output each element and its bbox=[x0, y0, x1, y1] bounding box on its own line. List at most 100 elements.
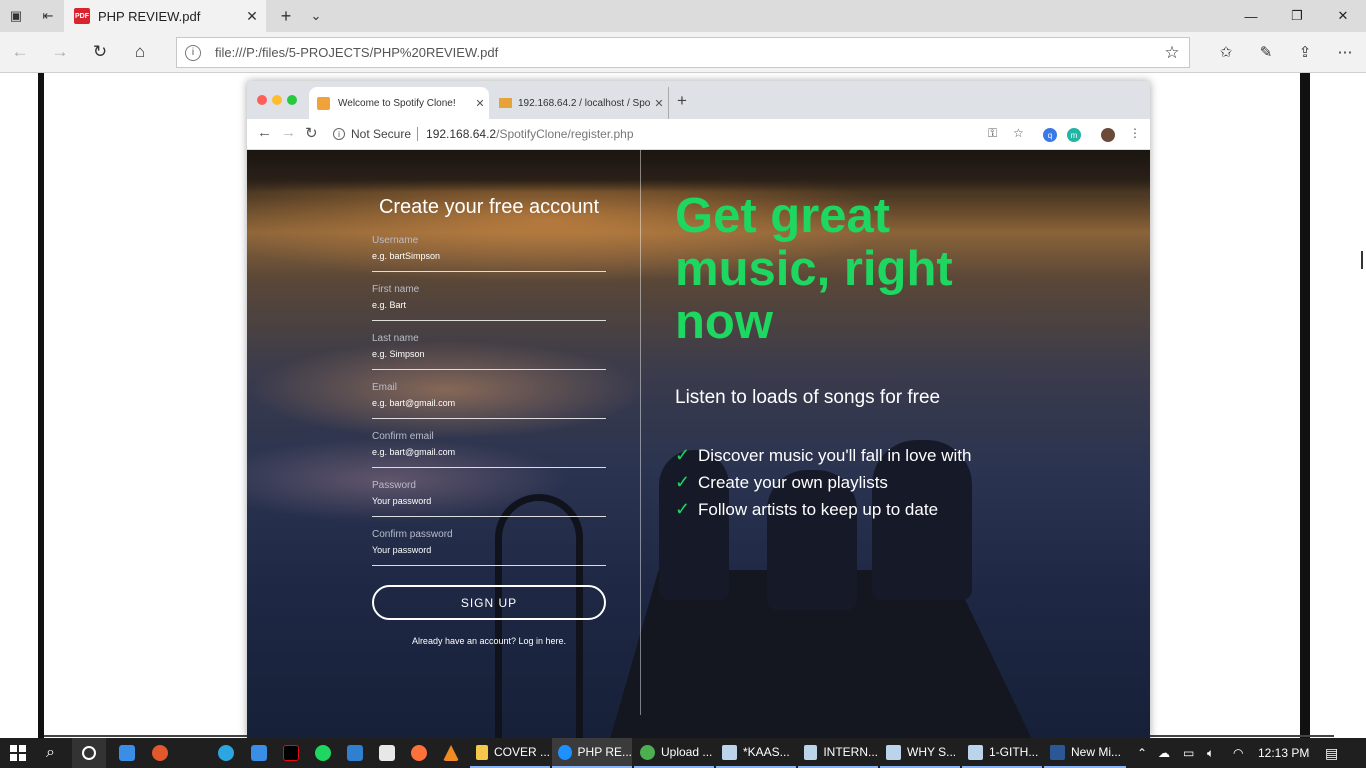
taskbar-app-intern[interactable]: INTERN... bbox=[798, 738, 878, 768]
taskbar: ⌕ COVER ... PHP RE... Upload ... *KAAS..… bbox=[0, 738, 1366, 768]
pdf-page-border bbox=[1300, 73, 1310, 738]
battery-icon[interactable]: ▭ bbox=[1183, 738, 1194, 768]
netflix-icon[interactable] bbox=[283, 738, 299, 768]
taskbar-app-label: 1-GITH... bbox=[989, 745, 1039, 759]
chrome-menu-icon: ⋮ bbox=[1129, 126, 1141, 140]
spotify-icon[interactable] bbox=[315, 738, 331, 768]
info-icon[interactable]: i bbox=[185, 44, 201, 61]
notepad-icon bbox=[722, 744, 737, 760]
close-tab-icon[interactable]: ✕ bbox=[238, 8, 266, 25]
home-icon[interactable]: ⌂ bbox=[125, 37, 155, 67]
taskbar-app-label: New Mi... bbox=[1071, 745, 1122, 759]
field-label: Email bbox=[372, 382, 398, 393]
promo-section: Get great music, right now Listen to loa… bbox=[675, 190, 1095, 523]
favorites-hub-icon[interactable]: ✩ bbox=[1211, 37, 1241, 67]
feature-text: Create your own playlists bbox=[698, 472, 888, 492]
show-hidden-icons-chevron[interactable]: ⌃ bbox=[1137, 738, 1147, 768]
taskbar-app-cover[interactable]: COVER ... bbox=[470, 738, 550, 768]
field-placeholder: Your password bbox=[372, 545, 432, 555]
minimize-icon[interactable]: — bbox=[1228, 0, 1274, 32]
email-field: Email e.g. bart@gmail.com bbox=[372, 382, 606, 419]
postman-icon[interactable] bbox=[152, 738, 168, 768]
field-placeholder: e.g. bartSimpson bbox=[372, 251, 441, 261]
taskbar-app-label: INTERN... bbox=[823, 745, 878, 759]
chrome-forward-icon: → bbox=[281, 124, 296, 141]
scrollbar[interactable] bbox=[1361, 251, 1363, 269]
set-tabs-aside-icon[interactable]: ⇤ bbox=[32, 0, 64, 32]
field-placeholder: e.g. Simpson bbox=[372, 349, 425, 359]
not-secure-info-icon: i bbox=[333, 128, 345, 140]
spotify-clone-favicon-icon bbox=[317, 96, 330, 110]
taskbar-app-word[interactable]: New Mi... bbox=[1044, 738, 1126, 768]
action-center-icon[interactable]: ▤ bbox=[1325, 738, 1338, 768]
taskbar-app-upload[interactable]: Upload ... bbox=[634, 738, 714, 768]
chrome-tab-phpmyadmin: 192.168.64.2 / localhost / Spot ✕ bbox=[491, 87, 669, 119]
chrome-tab-bar: Welcome to Spotify Clone! ✕ 192.168.64.2… bbox=[247, 81, 1150, 119]
volume-icon[interactable]: 🔈︎ bbox=[1207, 738, 1214, 768]
firefox-icon[interactable] bbox=[411, 738, 427, 768]
tab-actions-icon[interactable]: ▣ bbox=[0, 0, 32, 32]
phpmyadmin-favicon-icon bbox=[499, 98, 512, 108]
vlc-icon[interactable] bbox=[443, 738, 459, 768]
chrome-back-icon: ← bbox=[257, 124, 272, 141]
taskbar-app-php-review[interactable]: PHP RE... bbox=[552, 738, 632, 768]
web-note-pen-icon[interactable]: ✎ bbox=[1251, 37, 1281, 67]
vscode-icon[interactable] bbox=[347, 738, 363, 768]
taskbar-app-label: PHP RE... bbox=[577, 745, 632, 759]
notepad-icon bbox=[968, 744, 983, 760]
start-windows-icon[interactable] bbox=[10, 738, 26, 768]
chrome-navigation-bar: ← → ↻ i Not Secure 192.168.64.2 /Spotify… bbox=[247, 119, 1150, 150]
forward-icon[interactable]: → bbox=[45, 37, 75, 67]
cortana-icon[interactable] bbox=[72, 738, 106, 768]
feature-text: Follow artists to keep up to date bbox=[698, 499, 939, 519]
paint-icon[interactable] bbox=[379, 738, 395, 768]
share-icon[interactable]: ⇪ bbox=[1290, 37, 1320, 67]
not-secure-label: Not Secure bbox=[351, 127, 412, 141]
mail-icon[interactable] bbox=[251, 738, 267, 768]
chrome-icon bbox=[640, 744, 655, 760]
pdf-viewer[interactable]: Welcome to Spotify Clone! ✕ 192.168.64.2… bbox=[0, 73, 1366, 738]
wifi-icon[interactable]: ◠ bbox=[1233, 738, 1243, 768]
chrome-tab-close-icon: ✕ bbox=[475, 97, 485, 110]
close-window-icon[interactable]: ✕ bbox=[1320, 0, 1366, 32]
address-url[interactable]: file:///P:/files/5-PROJECTS/PHP%20REVIEW… bbox=[215, 45, 1155, 60]
feature-item: ✓ Discover music you'll fall in love with bbox=[675, 442, 1095, 469]
notepad-icon[interactable] bbox=[119, 738, 135, 768]
onedrive-icon[interactable]: ☁ bbox=[1158, 738, 1170, 768]
bookmark-star-icon: ☆ bbox=[1013, 126, 1024, 140]
taskbar-app-kaas[interactable]: *KAAS... bbox=[716, 738, 796, 768]
last-name-field: Last name e.g. Simpson bbox=[372, 333, 606, 370]
favorite-star-icon[interactable]: ☆ bbox=[1155, 43, 1189, 63]
chrome-new-tab-icon: + bbox=[677, 91, 687, 110]
search-icon[interactable]: ⌕ bbox=[46, 738, 55, 768]
feature-list: ✓ Discover music you'll fall in love with… bbox=[675, 442, 1095, 523]
telegram-icon[interactable] bbox=[218, 738, 234, 768]
edge-tab-bar: ▣ ⇤ PDF PHP REVIEW.pdf ✕ + ⌄ — ❐ ✕ bbox=[0, 0, 1366, 32]
confirm-email-field: Confirm email e.g. bart@gmail.com bbox=[372, 431, 606, 468]
register-page: Create your free account Username e.g. b… bbox=[247, 150, 1150, 738]
address-bar[interactable]: i file:///P:/files/5-PROJECTS/PHP%20REVI… bbox=[176, 37, 1190, 68]
first-name-field: First name e.g. Bart bbox=[372, 284, 606, 321]
pdf-icon: PDF bbox=[74, 8, 90, 24]
checkmark-icon: ✓ bbox=[675, 445, 691, 465]
sign-up-button: SIGN UP bbox=[372, 585, 606, 620]
restore-icon[interactable]: ❐ bbox=[1274, 0, 1320, 32]
feature-item: ✓ Create your own playlists bbox=[675, 469, 1095, 496]
field-placeholder: Your password bbox=[372, 496, 432, 506]
taskbar-app-why[interactable]: WHY S... bbox=[880, 738, 960, 768]
tab-preview-chevron-icon[interactable]: ⌄ bbox=[300, 0, 332, 32]
more-icon[interactable]: ⋯ bbox=[1330, 37, 1360, 67]
tab-php-review[interactable]: PDF PHP REVIEW.pdf ✕ bbox=[64, 0, 266, 32]
back-icon[interactable]: ← bbox=[5, 37, 35, 67]
field-label: Last name bbox=[372, 333, 419, 344]
field-label: Confirm email bbox=[372, 431, 434, 442]
profile-avatar bbox=[1101, 128, 1115, 142]
promo-headline: Get great music, right now bbox=[675, 189, 953, 349]
taskbar-app-label: Upload ... bbox=[661, 745, 713, 759]
taskbar-app-github[interactable]: 1-GITH... bbox=[962, 738, 1042, 768]
clock[interactable]: 12:13 PM bbox=[1258, 738, 1309, 768]
new-tab-icon[interactable]: + bbox=[270, 0, 302, 32]
taskbar-app-label: WHY S... bbox=[907, 745, 957, 759]
feature-text: Discover music you'll fall in love with bbox=[698, 445, 972, 465]
refresh-icon[interactable]: ↻ bbox=[85, 37, 115, 67]
